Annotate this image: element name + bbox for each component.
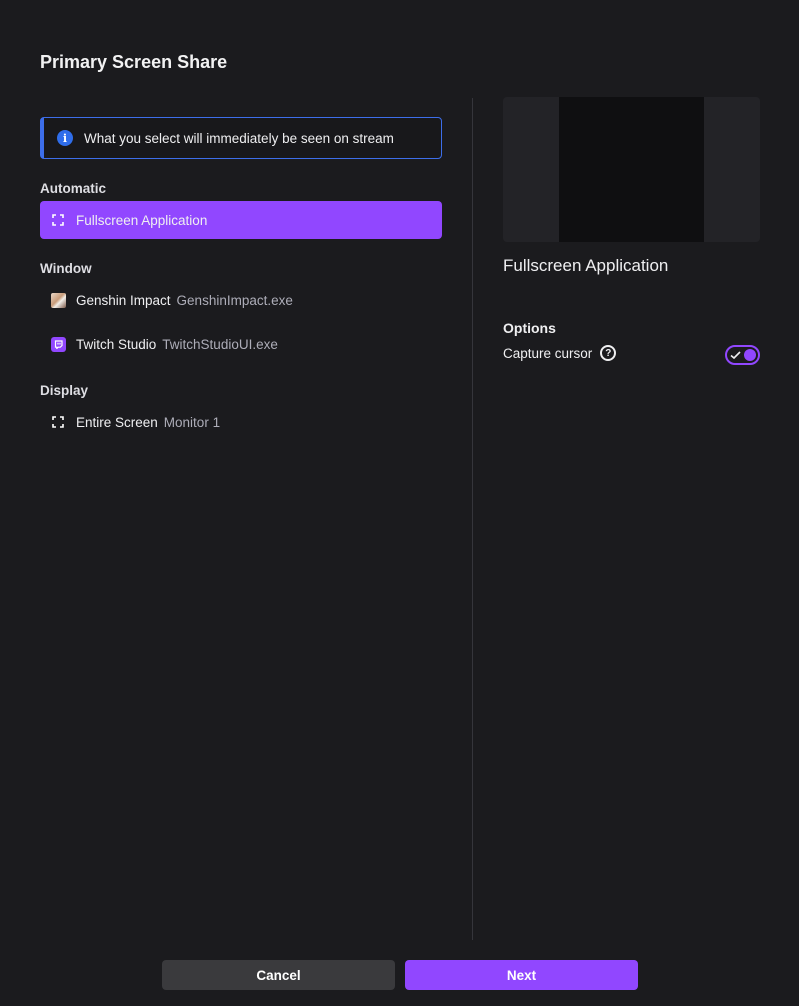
source-item-exe: TwitchStudioUI.exe: [162, 336, 278, 352]
info-banner-text: What you select will immediately be seen…: [84, 130, 394, 146]
panel-divider: [472, 98, 473, 940]
source-item-fullscreen-application[interactable]: Fullscreen Application: [40, 201, 442, 239]
source-item-entire-screen[interactable]: Entire Screen Monitor 1: [40, 403, 442, 441]
source-item-name: Entire Screen: [76, 414, 158, 430]
info-icon: i: [57, 130, 73, 146]
source-item-name: Fullscreen Application: [76, 212, 208, 228]
source-item-exe: Monitor 1: [163, 414, 221, 430]
section-label-automatic: Automatic: [40, 181, 107, 196]
option-capture-cursor: Capture cursor ?: [503, 342, 760, 365]
twitch-studio-icon: [50, 336, 66, 352]
source-item-name: Genshin Impact: [76, 292, 171, 308]
capture-cursor-toggle[interactable]: [725, 345, 760, 365]
preview-frame: [559, 97, 704, 242]
fullscreen-icon: [50, 212, 66, 228]
source-list: i What you select will immediately be se…: [40, 117, 442, 441]
section-label-window: Window: [40, 261, 92, 276]
source-item-name: Twitch Studio: [76, 336, 157, 352]
preview-thumbnail: [503, 97, 760, 242]
info-banner: i What you select will immediately be se…: [40, 117, 442, 159]
next-button[interactable]: Next: [405, 960, 638, 990]
source-item-twitch-studio[interactable]: Twitch Studio TwitchStudioUI.exe: [40, 325, 442, 363]
cancel-button[interactable]: Cancel: [162, 960, 395, 990]
preview-title: Fullscreen Application: [503, 256, 669, 275]
preview-panel: Fullscreen Application Options Capture c…: [503, 97, 760, 365]
genshin-app-icon: [50, 292, 66, 308]
source-item-exe: GenshinImpact.exe: [176, 292, 293, 308]
capture-cursor-label: Capture cursor: [503, 345, 593, 361]
fullscreen-icon: [50, 414, 66, 430]
dialog-title: Primary Screen Share: [40, 52, 228, 72]
source-item-genshin-impact[interactable]: Genshin Impact GenshinImpact.exe: [40, 281, 442, 319]
help-icon[interactable]: ?: [600, 345, 617, 361]
toggle-knob: [744, 349, 756, 361]
section-label-display: Display: [40, 383, 89, 398]
options-label: Options: [503, 320, 556, 336]
checkmark-icon: [730, 351, 741, 360]
